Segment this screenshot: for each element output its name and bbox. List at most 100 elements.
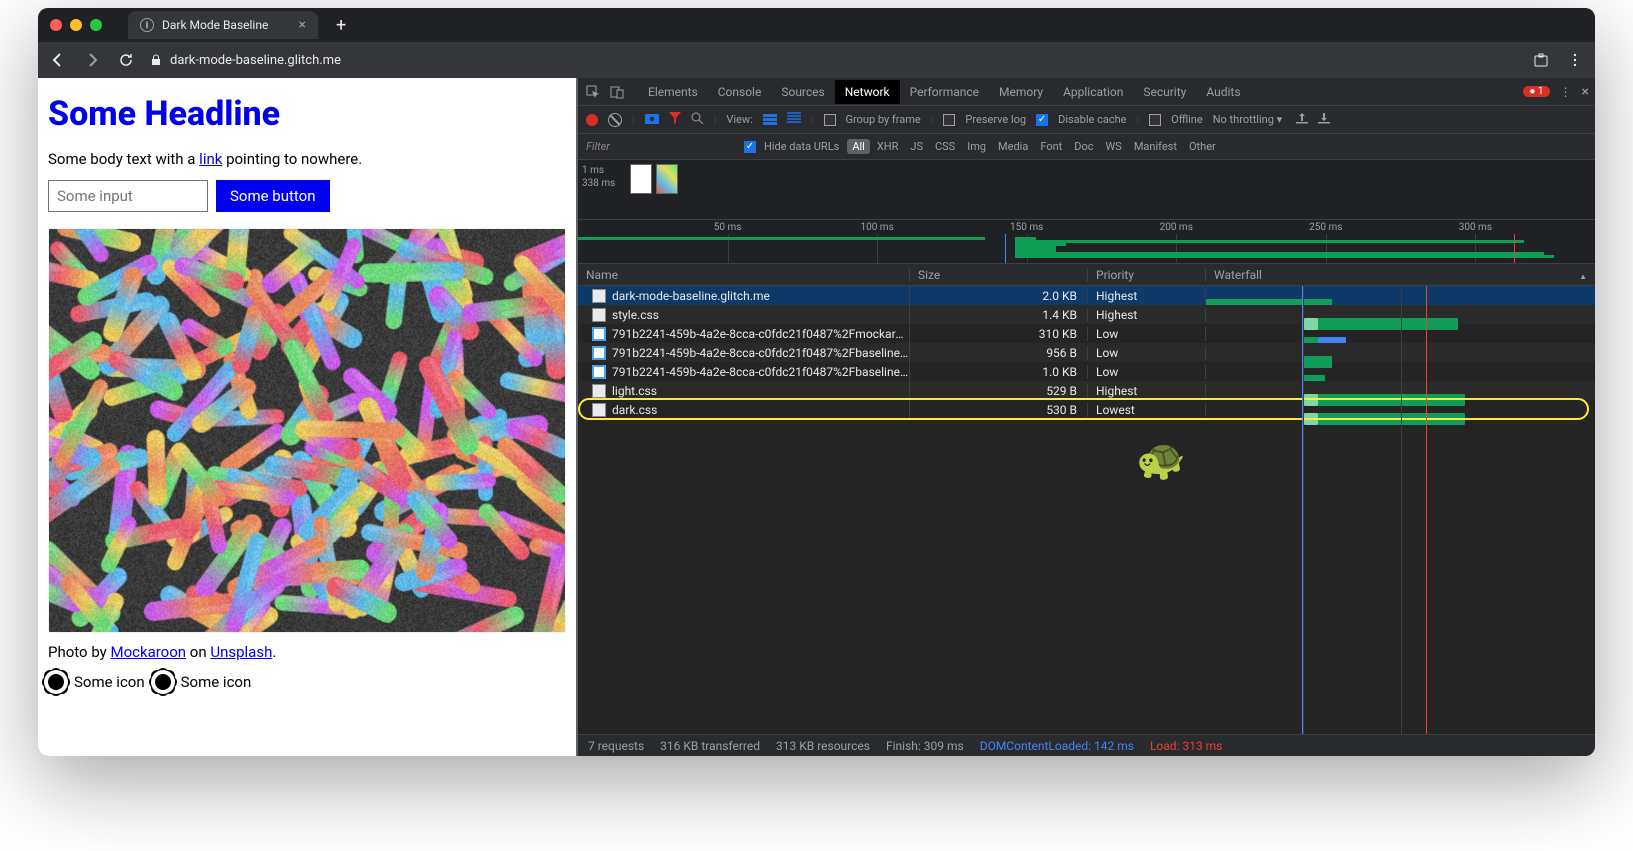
request-size: 310 KB (910, 327, 1088, 341)
device-icon[interactable] (608, 83, 626, 101)
demo-image (48, 228, 566, 633)
maximize-window-button[interactable] (90, 19, 102, 31)
clear-button[interactable] (608, 113, 622, 127)
filter-type-doc[interactable]: Doc (1069, 139, 1098, 154)
disable-cache-checkbox[interactable] (1036, 114, 1048, 126)
overview-thumb-2[interactable] (656, 164, 678, 194)
view-large-icon[interactable] (763, 114, 777, 126)
network-timeline[interactable]: 50 ms100 ms150 ms200 ms250 ms300 ms (578, 220, 1595, 264)
globe-icon (140, 18, 154, 32)
css-file-icon (592, 403, 606, 417)
request-size: 956 B (910, 346, 1088, 360)
filter-type-all[interactable]: All (847, 139, 870, 154)
demo-input[interactable] (48, 180, 208, 212)
col-size-header[interactable]: Size (910, 268, 1088, 282)
timeline-tick: 200 ms (1160, 222, 1193, 233)
filter-type-manifest[interactable]: Manifest (1129, 139, 1182, 154)
network-overview[interactable]: 1 ms 338 ms (578, 160, 1595, 220)
network-row[interactable]: dark.css530 BLowest (578, 400, 1595, 419)
col-name-header[interactable]: Name (578, 268, 910, 282)
network-row[interactable]: dark-mode-baseline.glitch.me2.0 KBHighes… (578, 286, 1595, 305)
network-request-list[interactable]: dark-mode-baseline.glitch.me2.0 KBHighes… (578, 286, 1595, 734)
menu-icon[interactable] (1565, 50, 1585, 70)
filter-type-ws[interactable]: WS (1101, 139, 1127, 154)
reload-button[interactable] (116, 50, 136, 70)
network-row[interactable]: 791b2241-459b-4a2e-8cca-c0fdc21f0487%2Fb… (578, 343, 1595, 362)
request-name: dark-mode-baseline.glitch.me (612, 289, 770, 303)
devtools-tab-network[interactable]: Network (835, 80, 900, 104)
sun-icon (48, 674, 64, 690)
extension-icon[interactable] (1531, 50, 1551, 70)
download-icon[interactable] (1318, 112, 1330, 127)
preserve-checkbox[interactable] (943, 114, 955, 126)
network-row[interactable]: 791b2241-459b-4a2e-8cca-c0fdc21f0487%2Fm… (578, 324, 1595, 343)
new-tab-button[interactable]: + (336, 15, 346, 36)
group-checkbox[interactable] (824, 114, 836, 126)
page-body: Some body text with a link pointing to n… (48, 150, 566, 168)
col-waterfall-header[interactable]: Waterfall▲ (1206, 268, 1595, 282)
filter-type-img[interactable]: Img (962, 139, 991, 154)
rendered-page: Some Headline Some body text with a link… (38, 78, 578, 756)
filter-type-xhr[interactable]: XHR (872, 139, 904, 154)
view-label: View: (726, 113, 752, 126)
search-icon[interactable] (691, 112, 704, 128)
filter-type-other[interactable]: Other (1184, 139, 1221, 154)
upload-icon[interactable] (1296, 112, 1308, 127)
network-row[interactable]: light.css529 BHighest (578, 381, 1595, 400)
turtle-annotation: 🐢 (1136, 436, 1186, 483)
img-file-icon (592, 346, 606, 360)
filter-type-font[interactable]: Font (1035, 139, 1067, 154)
network-row[interactable]: 791b2241-459b-4a2e-8cca-c0fdc21f0487%2Fb… (578, 362, 1595, 381)
status-resources: 313 KB resources (776, 739, 870, 753)
network-row[interactable]: style.css1.4 KBHighest (578, 305, 1595, 324)
throttling-select[interactable]: No throttling ▾ (1213, 113, 1282, 126)
error-badge[interactable]: ● 1 (1523, 86, 1549, 97)
forward-button[interactable] (82, 50, 102, 70)
request-priority: Low (1088, 365, 1206, 379)
body-link[interactable]: link (199, 150, 222, 168)
devtools-tab-elements[interactable]: Elements (638, 80, 708, 104)
doc-file-icon (592, 289, 606, 303)
filter-input[interactable]: Filter (586, 140, 736, 153)
col-priority-header[interactable]: Priority (1088, 268, 1206, 282)
filter-type-css[interactable]: CSS (930, 139, 960, 154)
overview-thumb-1[interactable] (630, 164, 652, 194)
devtools-tab-security[interactable]: Security (1133, 80, 1196, 104)
devtools-tab-application[interactable]: Application (1053, 80, 1133, 104)
filter-type-media[interactable]: Media (993, 139, 1033, 154)
window-controls (50, 19, 102, 31)
icon-label-2: Some icon (181, 673, 252, 691)
caption-author-link[interactable]: Mockaroon (110, 643, 186, 661)
img-file-icon (592, 365, 606, 379)
close-tab-icon[interactable]: × (299, 17, 306, 33)
devtools-menu-icon[interactable]: ⋮ (1560, 85, 1572, 99)
view-small-icon[interactable] (787, 112, 801, 127)
request-priority: Low (1088, 346, 1206, 360)
status-transferred: 316 KB transferred (660, 739, 760, 753)
minimize-window-button[interactable] (70, 19, 82, 31)
hide-data-urls-checkbox[interactable] (744, 141, 756, 153)
devtools-close-icon[interactable]: × (1582, 84, 1589, 100)
demo-button[interactable]: Some button (216, 180, 330, 212)
devtools-tab-performance[interactable]: Performance (900, 80, 989, 104)
titlebar: Dark Mode Baseline × + (38, 8, 1595, 42)
record-button[interactable] (586, 114, 598, 126)
close-window-button[interactable] (50, 19, 62, 31)
status-load: Load: 313 ms (1150, 739, 1222, 753)
devtools-tab-audits[interactable]: Audits (1196, 80, 1250, 104)
back-button[interactable] (48, 50, 68, 70)
timeline-tick: 250 ms (1309, 222, 1342, 233)
devtools-tab-memory[interactable]: Memory (989, 80, 1053, 104)
img-file-icon (592, 327, 606, 341)
inspect-icon[interactable] (584, 83, 602, 101)
screenshot-icon[interactable] (645, 112, 659, 127)
devtools-tab-console[interactable]: Console (708, 80, 772, 104)
browser-tab[interactable]: Dark Mode Baseline × (128, 11, 318, 39)
filter-type-js[interactable]: JS (905, 139, 928, 154)
url-field[interactable]: dark-mode-baseline.glitch.me (150, 53, 1517, 68)
icon-label-1: Some icon (74, 673, 145, 691)
offline-checkbox[interactable] (1149, 114, 1161, 126)
devtools-tab-sources[interactable]: Sources (771, 80, 834, 104)
caption-site-link[interactable]: Unsplash (210, 643, 272, 661)
filter-icon[interactable] (669, 112, 681, 127)
